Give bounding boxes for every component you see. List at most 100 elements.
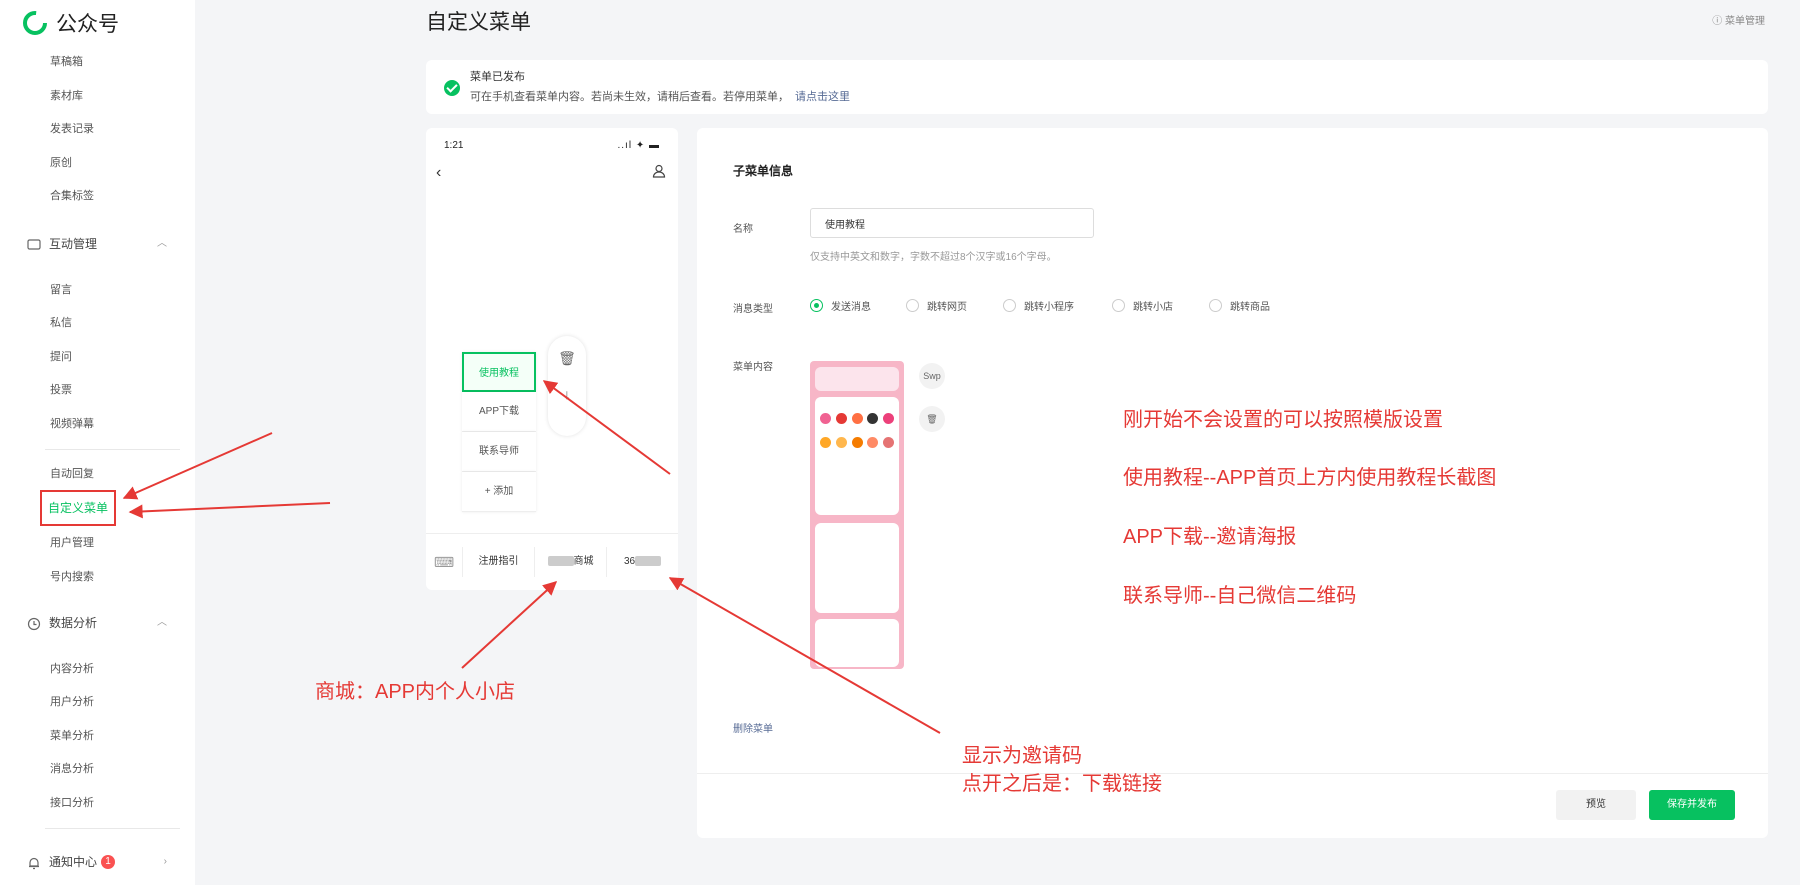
notify-badge: 1 [101, 855, 116, 869]
sidebar-item-messages[interactable]: 私信 [50, 314, 72, 332]
sidebar-item-collections[interactable]: 合集标签 [50, 187, 94, 205]
sidebar-item-publish-records[interactable]: 发表记录 [50, 120, 94, 138]
app-name: 公众号 [56, 13, 119, 36]
submenu-add-button[interactable]: + 添加 [462, 472, 536, 512]
blurred-text [547, 556, 574, 567]
save-publish-button[interactable]: 保存并发布 [1649, 790, 1735, 820]
annotation-template: 刚开始不会设置的可以按照模版设置 [1123, 409, 1443, 431]
logo[interactable]: 公众号 [22, 8, 119, 38]
radio-send-message[interactable]: 发送消息 [810, 298, 871, 313]
name-hint: 仅支持中英文和数字，字数不超过8个汉字或16个字母。 [810, 252, 1057, 263]
radio-dot [1112, 299, 1125, 312]
trash-icon[interactable]: 🗑 [548, 350, 586, 367]
delete-menu-link[interactable]: 删除菜单 [733, 720, 773, 735]
phone-preview: 1:21 ..ıl ✦ ▬ ‹ 使用教程 APP下载 联系导师 + 添加 🗑 ↓… [426, 128, 678, 590]
radio-dot [1209, 299, 1222, 312]
radio-label: 跳转小店 [1133, 302, 1173, 313]
sidebar-item-original[interactable]: 原创 [50, 154, 72, 172]
editor-title: 子菜单信息 [733, 164, 794, 178]
annotation-contact-mentor: 联系导师--自己微信二维码 [1123, 585, 1357, 607]
sidebar: 公众号 草稿箱 素材库 发表记录 原创 合集标签 互动管理 ︿ 留言 私信 提问… [0, 0, 195, 885]
radio-label: 发送消息 [831, 302, 871, 313]
swap-image-button[interactable]: Swp [919, 363, 945, 389]
editor-footer-divider [697, 773, 1768, 774]
radio-jump-shop[interactable]: 跳转小店 [1112, 298, 1173, 313]
submenu-list: 使用教程 APP下载 联系导师 + 添加 [462, 352, 536, 512]
help-link-label: 菜单管理 [1725, 16, 1765, 27]
type-label: 消息类型 [733, 304, 773, 315]
sidebar-item-votes[interactable]: 投票 [50, 381, 72, 399]
info-icon: ⓘ [1712, 16, 1725, 27]
chevron-up-icon: ︿ [157, 238, 167, 249]
sidebar-item-video-danmaku[interactable]: 视频弹幕 [50, 415, 94, 433]
sidebar-item-api-analysis[interactable]: 接口分析 [50, 794, 94, 812]
arrow-down-icon[interactable]: ↓ [548, 386, 586, 402]
sidebar-item-comments[interactable]: 留言 [50, 281, 72, 299]
notice-desc-text: 可在手机查看菜单内容。若尚未生效，请稍后查看。若停用菜单， [470, 91, 789, 103]
sidebar-item-user-manage[interactable]: 用户管理 [50, 534, 94, 552]
chevron-up-icon: ︿ [157, 617, 167, 628]
chat-icon [27, 237, 41, 251]
preview-button[interactable]: 预览 [1556, 790, 1636, 820]
sidebar-group-label: 互动管理 [49, 237, 98, 251]
sidebar-item-custom-menu[interactable]: 自定义菜单 [40, 490, 117, 526]
sidebar-item-drafts[interactable]: 草稿箱 [50, 53, 83, 71]
radio-dot [906, 299, 919, 312]
publish-notice: 菜单已发布 可在手机查看菜单内容。若尚未生效，请稍后查看。若停用菜单， 请点击这里 [426, 60, 1768, 114]
thumb-card [815, 523, 899, 613]
sidebar-item-materials[interactable]: 素材库 [50, 87, 83, 105]
sidebar-group-data[interactable]: 数据分析 ︿ [27, 612, 177, 634]
bell-icon [27, 855, 41, 870]
radio-label: 跳转小程序 [1024, 302, 1074, 313]
sidebar-item-content-analysis[interactable]: 内容分析 [50, 660, 94, 678]
blurred-text [635, 556, 662, 567]
radio-label: 跳转商品 [1230, 302, 1270, 313]
radio-label: 跳转网页 [927, 302, 967, 313]
keyboard-icon[interactable]: ⌨ [426, 554, 462, 571]
notice-link[interactable]: 请点击这里 [795, 91, 850, 103]
annotation-download-link: 点开之后是：下载链接 [962, 773, 1162, 795]
arrow-line [461, 581, 558, 669]
radio-jump-web[interactable]: 跳转网页 [906, 298, 967, 313]
annotation-mall: 商城：APP内个人小店 [315, 681, 516, 703]
submenu-item-contact-mentor[interactable]: 联系导师 [462, 432, 536, 472]
submenu-item-app-download[interactable]: APP下载 [462, 392, 536, 432]
thumb-banner [815, 367, 899, 391]
check-circle-icon [444, 80, 460, 96]
notify-label: 通知中心 [49, 855, 98, 869]
sidebar-item-search[interactable]: 号内搜索 [50, 568, 94, 586]
annotation-invite-code: 显示为邀请码 [962, 745, 1082, 767]
menubar-item-register[interactable]: 注册指引 [462, 547, 534, 577]
sidebar-item-auto-reply[interactable]: 自动回复 [50, 465, 94, 483]
menubar-item-invite-label: 36 [623, 556, 636, 567]
radio-jump-product[interactable]: 跳转商品 [1209, 298, 1270, 313]
submenu-tools: 🗑 ↓ [548, 336, 586, 436]
sidebar-item-message-analysis[interactable]: 消息分析 [50, 760, 94, 778]
back-icon: ‹ [436, 164, 442, 181]
content-label: 菜单内容 [733, 362, 773, 373]
radio-dot [1003, 299, 1016, 312]
sidebar-item-menu-analysis[interactable]: 菜单分析 [50, 727, 94, 745]
trash-icon[interactable]: 🗑 [919, 406, 945, 432]
sidebar-divider [45, 828, 180, 829]
menubar-item-mall-label: 商城 [573, 556, 594, 567]
menu-manage-link[interactable]: ⓘ 菜单管理 [1712, 12, 1765, 27]
wechat-mp-logo-icon [23, 11, 47, 35]
phone-menubar: ⌨ 注册指引 商城 36 [426, 533, 678, 590]
thumb-icon-row [820, 437, 894, 448]
phone-status-icons: ..ıl ✦ ▬ [617, 140, 660, 151]
name-input[interactable] [810, 208, 1094, 238]
annotation-tutorial: 使用教程--APP首页上方内使用教程长截图 [1123, 467, 1497, 489]
sidebar-item-questions[interactable]: 提问 [50, 348, 72, 366]
sidebar-item-user-analysis[interactable]: 用户分析 [50, 693, 94, 711]
sidebar-notify[interactable]: 通知中心 1 › [27, 851, 177, 873]
notice-title: 菜单已发布 [470, 71, 525, 83]
menu-content-image[interactable] [810, 361, 904, 669]
submenu-item-tutorial[interactable]: 使用教程 [462, 352, 536, 392]
sidebar-divider [45, 449, 180, 450]
sidebar-group-interact[interactable]: 互动管理 ︿ [27, 233, 177, 255]
radio-jump-miniprogram[interactable]: 跳转小程序 [1003, 298, 1074, 313]
menubar-item-mall[interactable]: 商城 [534, 547, 606, 577]
chevron-right-icon: › [163, 856, 167, 867]
menubar-item-invite[interactable]: 36 [606, 547, 678, 577]
